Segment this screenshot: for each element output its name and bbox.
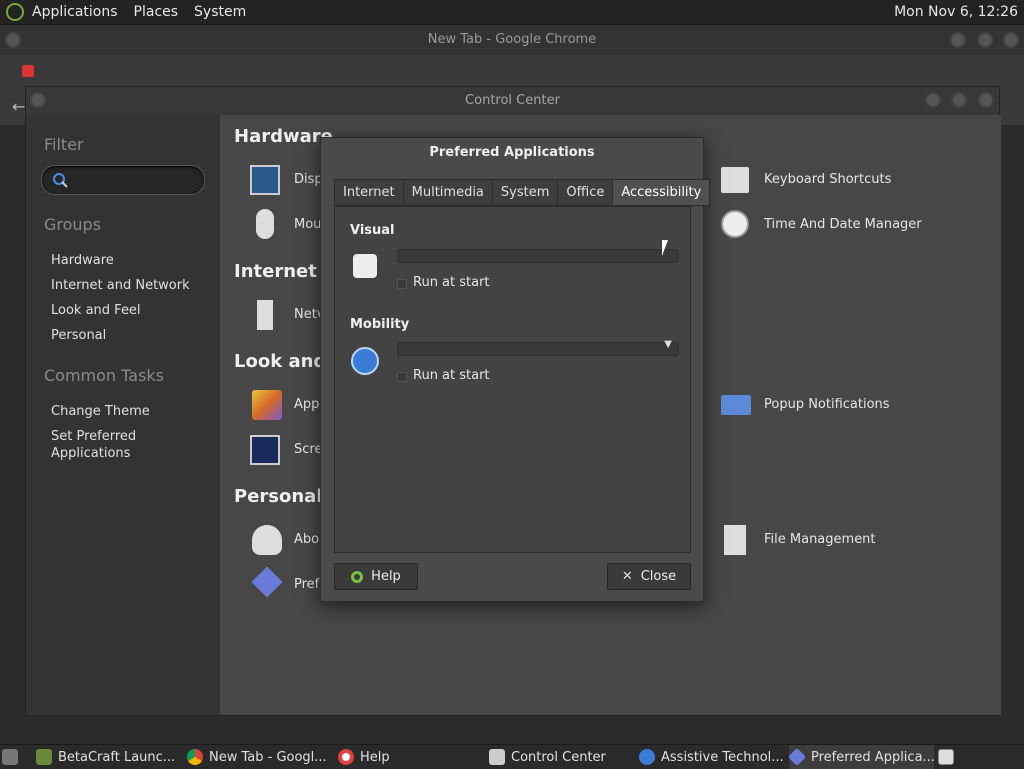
mobility-run-at-start-label: Run at start (413, 368, 490, 383)
top-panel: Applications Places System Mon Nov 6, 12… (0, 0, 1024, 25)
item-preferred-apps[interactable]: Pref (294, 577, 319, 592)
mobility-app-combo[interactable]: ▼ (397, 339, 679, 356)
tab-system[interactable]: System (491, 179, 558, 206)
group-personal[interactable]: Personal (51, 327, 106, 344)
gmail-icon[interactable] (22, 65, 34, 77)
chrome-minimize-button[interactable] (950, 32, 966, 48)
places-menu[interactable]: Places (126, 4, 187, 20)
item-file-management[interactable]: File Management (764, 532, 876, 547)
taskbar: BetaCraft Launc... New Tab - Googl... He… (0, 744, 1024, 769)
magnifier-icon (353, 254, 377, 278)
appearance-icon[interactable] (252, 390, 282, 420)
close-button[interactable]: ✕ Close (607, 563, 691, 590)
common-tasks-label: Common Tasks (44, 366, 165, 385)
mobility-label: Mobility (350, 317, 410, 332)
distro-logo-icon[interactable] (6, 3, 24, 21)
filter-label: Filter (44, 135, 84, 154)
accessibility-icon (639, 749, 655, 765)
mobility-run-at-start-checkbox[interactable] (397, 372, 407, 382)
chrome-icon (187, 749, 203, 765)
task-assistive-technologies[interactable]: Assistive Technol... (639, 745, 784, 769)
group-hardware[interactable]: Hardware (51, 252, 114, 269)
preferred-apps-icon (789, 747, 807, 767)
close-button-label: Close (640, 569, 677, 584)
chrome-maximize-button[interactable] (977, 32, 993, 48)
workspace-switcher[interactable] (938, 745, 958, 769)
visual-label: Visual (350, 223, 395, 238)
chevron-down-icon[interactable]: ▼ (664, 339, 672, 350)
item-popup-notifications[interactable]: Popup Notifications (764, 397, 890, 412)
task-control-center[interactable]: Control Center (489, 745, 631, 769)
cc-close-button[interactable] (978, 92, 994, 108)
task-betacraft[interactable]: BetaCraft Launc... (36, 745, 178, 769)
visual-app-combo[interactable] (397, 249, 679, 263)
lifebuoy-icon (338, 749, 354, 765)
preferred-apps-icon[interactable] (251, 566, 283, 598)
help-button-label: Help (371, 569, 401, 584)
group-look-feel[interactable]: Look and Feel (51, 302, 141, 319)
system-menu[interactable]: System (186, 4, 254, 20)
task-preferred-applications[interactable]: Preferred Applica... (789, 745, 934, 769)
tab-bar: Internet Multimedia System Office Access… (334, 179, 711, 206)
cc-maximize-button[interactable] (951, 92, 967, 108)
dialog-title: Preferred Applications (429, 145, 595, 160)
clock-icon[interactable] (721, 210, 749, 238)
tab-multimedia[interactable]: Multimedia (402, 179, 492, 206)
tab-internet[interactable]: Internet (334, 179, 403, 206)
popup-notifications-icon[interactable] (721, 395, 751, 415)
item-keyboard-shortcuts[interactable]: Keyboard Shortcuts (764, 172, 891, 187)
filter-input[interactable] (41, 165, 205, 195)
about-me-icon[interactable] (252, 525, 282, 555)
show-desktop-button[interactable] (2, 745, 26, 769)
help-icon (351, 570, 364, 583)
help-button[interactable]: Help (334, 563, 418, 590)
cc-menu-button[interactable] (30, 92, 46, 108)
preferred-applications-dialog: Preferred Applications Internet Multimed… (320, 137, 711, 602)
section-personal: Personal (234, 486, 323, 507)
screensaver-icon[interactable] (250, 435, 280, 465)
control-center-icon (489, 749, 505, 765)
chrome-back-icon[interactable]: ← (12, 97, 25, 116)
task-change-theme[interactable]: Change Theme (51, 403, 150, 420)
accessibility-icon (351, 347, 379, 375)
chrome-window-title: New Tab - Google Chrome (0, 25, 1024, 55)
control-center-sidebar: Filter Groups Hardware Internet and Netw… (26, 115, 220, 715)
tab-office[interactable]: Office (557, 179, 613, 206)
task-chrome[interactable]: New Tab - Googl... (187, 745, 332, 769)
visual-run-at-start-checkbox[interactable] (397, 279, 407, 289)
betacraft-icon (36, 749, 52, 765)
section-hardware: Hardware (234, 126, 333, 147)
item-screensaver[interactable]: Scre (294, 442, 322, 457)
keyboard-shortcuts-icon[interactable] (721, 167, 749, 193)
item-mouse[interactable]: Mou (294, 217, 321, 232)
mouse-icon[interactable] (256, 209, 274, 239)
search-icon (53, 173, 68, 188)
mouse-pointer-icon (662, 240, 668, 256)
group-internet-network[interactable]: Internet and Network (51, 277, 190, 294)
accessibility-panel: Visual Run at start Mobility ▼ Run at st… (334, 206, 691, 553)
item-display[interactable]: Disp (294, 172, 323, 187)
chrome-close-button[interactable] (1003, 32, 1019, 48)
task-set-preferred-apps[interactable]: Set Preferred Applications (51, 428, 136, 462)
applications-menu[interactable]: Applications (24, 4, 126, 20)
chrome-menu-button[interactable] (5, 32, 21, 48)
item-time-date[interactable]: Time And Date Manager (764, 217, 922, 232)
network-icon[interactable] (257, 300, 273, 330)
cc-minimize-button[interactable] (925, 92, 941, 108)
clock[interactable]: Mon Nov 6, 12:26 (894, 4, 1018, 20)
task-help[interactable]: Help (338, 745, 478, 769)
file-cabinet-icon[interactable] (724, 525, 746, 555)
display-icon[interactable] (250, 165, 280, 195)
control-center-title: Control Center (26, 87, 999, 115)
close-icon: ✕ (621, 569, 633, 584)
visual-run-at-start-label: Run at start (413, 275, 490, 290)
groups-label: Groups (44, 215, 102, 234)
tab-accessibility[interactable]: Accessibility (612, 179, 711, 206)
